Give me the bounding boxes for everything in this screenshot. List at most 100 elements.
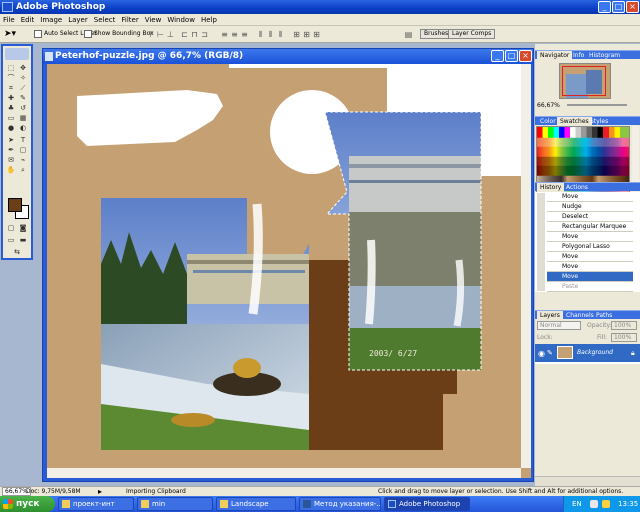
distribute-vcenter-icon[interactable]: ≡ [230,30,239,39]
align-extra-2-icon[interactable]: ⊞ [302,30,311,39]
align-hcenter-icon[interactable]: ⊓ [190,30,199,39]
move-tool-button-icon[interactable]: ✥ [18,64,28,73]
menu-layer[interactable]: Layer [65,14,91,26]
align-bottom-icon[interactable]: ⊥ [166,30,175,39]
history-item[interactable]: Move [547,262,633,272]
marquee-tool-icon[interactable]: ⬚ [6,64,16,73]
fill-field[interactable]: 100% [611,333,637,342]
menu-filter[interactable]: Filter [118,14,141,26]
standard-mode-icon[interactable]: ▢ [6,224,16,233]
jump-to-imageready-icon[interactable]: ⇆ [12,248,22,257]
opacity-field[interactable]: 100% [611,321,637,330]
tab-channels[interactable]: Channels [563,311,597,320]
tab-navigator[interactable]: Navigator [537,51,573,60]
tray-icon-2[interactable] [602,500,610,508]
doc-close-button[interactable]: × [519,50,532,62]
tab-actions[interactable]: Actions [563,183,591,192]
crop-tool-icon[interactable]: ⌗ [6,84,16,93]
eraser-tool-icon[interactable]: ▭ [6,114,16,123]
horizontal-scrollbar[interactable] [47,468,521,478]
maximize-button[interactable]: □ [612,1,625,13]
tab-paths[interactable]: Paths [593,311,615,320]
distribute-left-icon[interactable]: ⫴ [256,30,265,39]
file-browser-icon[interactable]: ▤ [404,30,413,39]
distribute-hcenter-icon[interactable]: ⫴ [266,30,275,39]
menu-view[interactable]: View [142,14,165,26]
tab-layer-comps[interactable]: Layer Comps [448,29,496,39]
menu-file[interactable]: File [0,14,18,26]
vertical-scrollbar[interactable] [521,64,531,468]
eyedropper-tool-icon[interactable]: ⌁ [18,156,28,165]
distribute-bottom-icon[interactable]: ≡ [240,30,249,39]
status-arrow-icon[interactable]: ▸ [98,487,102,496]
history-item[interactable]: Polygonal Lasso [547,242,633,252]
taskbar-button-landscape[interactable]: Landscape [216,497,296,511]
tab-layers[interactable]: Layers [537,311,563,320]
menu-image[interactable]: Image [37,14,65,26]
history-item-greyed[interactable]: Paste [547,282,633,292]
taskbar-button-word-doc[interactable]: Метод указания-... [299,497,381,511]
taskbar-button-min[interactable]: min [137,497,213,511]
history-brush-icon[interactable]: ↺ [18,104,28,113]
align-right-icon[interactable]: ⊐ [200,30,209,39]
tab-color[interactable]: Color [537,117,559,126]
tab-styles[interactable]: Styles [587,117,611,126]
align-top-icon[interactable]: ⊤ [146,30,155,39]
type-tool-icon[interactable]: T [18,136,28,145]
menu-help[interactable]: Help [198,14,220,26]
menu-select[interactable]: Select [91,14,119,26]
lasso-tool-icon[interactable]: ⌒ [6,74,16,83]
menu-window[interactable]: Window [164,14,198,26]
history-item-selected[interactable]: Move [547,272,633,282]
image-canvas[interactable]: 2003/ 6/27 [47,64,531,478]
history-item[interactable]: Move [547,232,633,242]
minimize-button[interactable]: _ [598,1,611,13]
healing-brush-icon[interactable]: ✚ [6,94,16,103]
clock[interactable]: 13:35 [618,496,638,512]
close-button[interactable]: × [626,1,639,13]
bounding-box-checkbox[interactable] [84,30,92,38]
foreground-color-swatch[interactable] [8,198,22,212]
distribute-right-icon[interactable]: ⫴ [276,30,285,39]
eye-icon[interactable]: ◉ [538,349,545,358]
language-indicator[interactable]: EN [572,496,582,512]
start-button[interactable]: пуск [0,496,55,512]
history-item[interactable]: Rectangular Marquee [547,222,633,232]
navigator-zoom-slider[interactable] [567,104,627,106]
screen-mode-2-icon[interactable]: ▬ [18,236,28,245]
menu-edit[interactable]: Edit [18,14,38,26]
shape-tool-icon[interactable]: ▢ [18,146,28,155]
tray-icon-1[interactable] [590,500,598,508]
auto-select-checkbox[interactable] [34,30,42,38]
history-item[interactable]: Deselect [547,212,633,222]
zoom-tool-icon[interactable]: ⌕ [18,166,28,175]
blend-mode-select[interactable]: Normal [537,321,581,330]
magic-wand-tool-icon[interactable]: ✧ [18,74,28,83]
tab-info[interactable]: Info [570,51,587,60]
gradient-tool-icon[interactable]: ▦ [18,114,28,123]
navigator-zoom[interactable]: 66,67% [537,102,560,109]
taskbar-button-project[interactable]: проект-инт [58,497,134,511]
dodge-tool-icon[interactable]: ◐ [18,124,28,133]
move-tool-icon[interactable]: ➤▾ [4,28,24,40]
blur-tool-icon[interactable]: ● [6,124,16,133]
notes-tool-icon[interactable]: ✉ [6,156,16,165]
distribute-top-icon[interactable]: ≡ [220,30,229,39]
align-extra-3-icon[interactable]: ⊞ [312,30,321,39]
slice-tool-icon[interactable]: ⟋ [18,84,28,93]
quickmask-mode-icon[interactable]: ◙ [18,224,28,233]
screen-mode-1-icon[interactable]: ▭ [6,236,16,245]
history-item[interactable]: Move [547,192,633,202]
path-select-icon[interactable]: ➤ [6,136,16,145]
tab-histogram[interactable]: Histogram [586,51,623,60]
navigator-thumbnail[interactable] [559,63,611,99]
hand-tool-icon[interactable]: ✋ [6,166,16,175]
align-vcenter-icon[interactable]: ⊢ [156,30,165,39]
tab-history[interactable]: History [537,183,565,192]
clone-stamp-icon[interactable]: ♣ [6,104,16,113]
layer-name[interactable]: Background [577,349,613,356]
align-extra-1-icon[interactable]: ⊞ [292,30,301,39]
history-item[interactable]: Move [547,252,633,262]
align-left-icon[interactable]: ⊏ [180,30,189,39]
pen-tool-icon[interactable]: ✒ [6,146,16,155]
